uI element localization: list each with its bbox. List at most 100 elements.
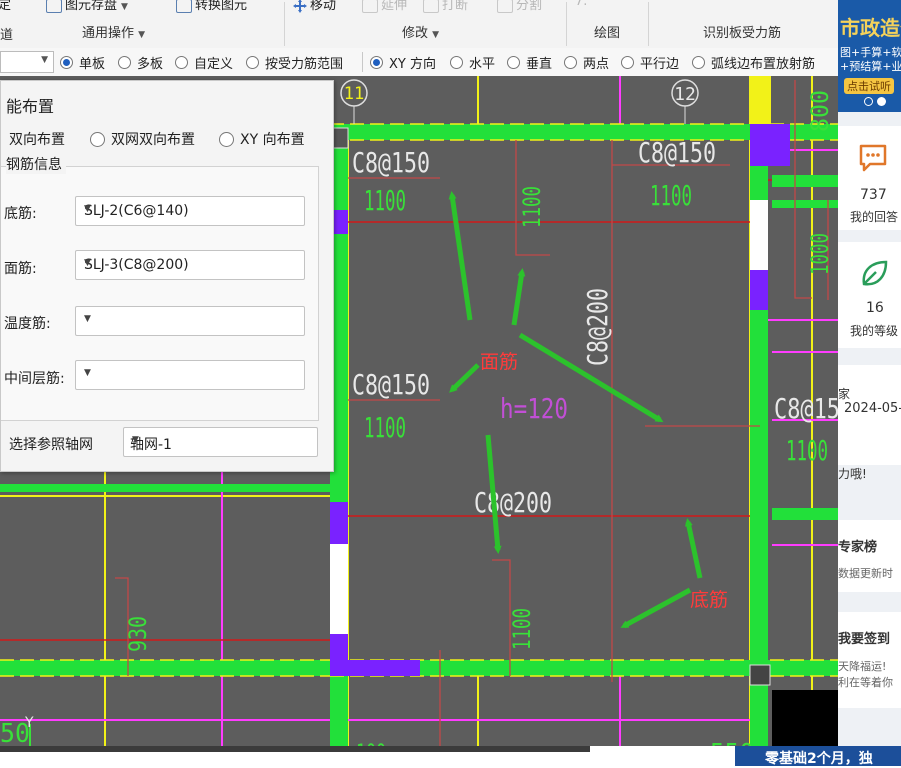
rebar-info-group-label: 钢筋信息 bbox=[6, 154, 66, 174]
layout-option-label: XY 向布置 bbox=[240, 132, 305, 148]
chat-bubble-icon bbox=[859, 144, 887, 172]
option-arc-radial[interactable]: 弧线边布置放射筋 bbox=[692, 53, 816, 72]
option-two-points[interactable]: 两点 bbox=[564, 53, 610, 72]
radio-icon bbox=[219, 131, 234, 147]
layout-bidirectional[interactable]: 双向布置 bbox=[9, 129, 65, 149]
canvas-scroll-edge[interactable] bbox=[0, 746, 590, 752]
option-label: 单板 bbox=[79, 56, 106, 72]
promo-brand: 市政造价 bbox=[840, 16, 901, 40]
label-h120: h=120 bbox=[500, 392, 568, 425]
bottom-promo-bar[interactable]: 零基础2个月，独 bbox=[735, 746, 901, 767]
arrow bbox=[511, 268, 526, 326]
option-label: XY 方向 bbox=[389, 56, 436, 72]
date-text: 2024-05- bbox=[844, 401, 901, 416]
layout-double-net[interactable]: 双网双向布置 bbox=[90, 129, 195, 149]
move-button[interactable]: 移动 bbox=[293, 0, 336, 13]
option-label: 两点 bbox=[583, 56, 610, 72]
expert-rank-title: 专家榜 bbox=[838, 540, 878, 555]
option-single-board[interactable]: 单板 bbox=[60, 53, 106, 72]
zhuanhuan-tuyuan-label: 转换图元 bbox=[195, 0, 248, 13]
answers-card[interactable]: 737 我的回答 bbox=[838, 126, 901, 230]
option-label: 按受力筋范围 bbox=[265, 56, 344, 72]
bottom-strip: 零基础2个月，独 bbox=[0, 746, 901, 767]
radio-icon bbox=[175, 55, 188, 69]
axis-ref-select[interactable]: 轴网-1 ▼ bbox=[123, 427, 318, 457]
label-1100-d: 1100 bbox=[786, 434, 828, 467]
option-label: 自定义 bbox=[194, 56, 234, 72]
extend-button[interactable]: 延伸 bbox=[362, 0, 407, 13]
more-draw-button[interactable]: 7. bbox=[575, 0, 587, 9]
option-multi-board[interactable]: 多板 bbox=[118, 53, 163, 72]
radio-icon bbox=[246, 55, 259, 69]
zhuanhuan-tuyuan-button[interactable]: 转换图元 bbox=[176, 0, 247, 13]
option-custom[interactable]: 自定义 bbox=[175, 53, 234, 72]
green-beam-right-ext bbox=[772, 200, 840, 208]
update-note: 数据更新时 bbox=[838, 567, 893, 580]
group-common-ops-label: 通用操作 bbox=[82, 26, 135, 41]
field-label-bottom-rebar: 底筋: bbox=[4, 206, 37, 222]
option-xy-direction[interactable]: XY 方向 bbox=[370, 53, 436, 72]
expert-prefix: 家 bbox=[838, 387, 851, 401]
column-purple bbox=[768, 124, 790, 166]
radio-icon bbox=[90, 131, 105, 147]
checkin-card[interactable]: 我要签到 天降福运! 利在等着你 bbox=[838, 612, 901, 708]
promo-banner[interactable]: 市政造价 图+手算+软 +预结算+业 点击试听 bbox=[838, 0, 901, 112]
y-axis-label: Y bbox=[24, 715, 34, 731]
label-550: 550 bbox=[710, 739, 754, 746]
option-label: 平行边 bbox=[640, 56, 680, 72]
column-purple bbox=[330, 634, 348, 676]
label-800: 800 bbox=[806, 90, 834, 132]
axis-number-12: 12 bbox=[674, 84, 696, 105]
luck-line-1: 天降福运! bbox=[838, 660, 887, 673]
option-vertical[interactable]: 垂直 bbox=[507, 53, 552, 72]
extend-icon bbox=[362, 0, 378, 13]
ding-dropdown-icon[interactable]: ▼ bbox=[24, 0, 31, 2]
dialog-title: 能布置 bbox=[6, 97, 55, 116]
radio-icon bbox=[692, 55, 705, 69]
carousel-dot[interactable] bbox=[864, 97, 873, 106]
column-purple bbox=[750, 124, 768, 166]
save-element-icon bbox=[46, 0, 62, 13]
group-modify-label: 修改 bbox=[402, 26, 429, 41]
smart-layout-dialog[interactable]: 能布置 双向布置 双网双向布置 XY 向布置 钢筋信息 底筋: SLJ-2(C6… bbox=[0, 80, 334, 472]
ding-button[interactable]: 定 bbox=[0, 0, 11, 13]
radio-icon bbox=[118, 55, 131, 69]
group-modify[interactable]: 修改 ▼ bbox=[402, 22, 439, 41]
break-button[interactable]: 打断 bbox=[423, 0, 468, 13]
bottom-rebar-select[interactable]: SLJ-2(C6@140) ▼ bbox=[75, 196, 305, 226]
label-1000: 1000 bbox=[806, 233, 834, 275]
mode-dropdown[interactable]: ▼ bbox=[0, 51, 54, 73]
chevron-down-icon: ▼ bbox=[84, 258, 91, 268]
column-purple bbox=[348, 660, 420, 676]
layout-xy-direction[interactable]: XY 向布置 bbox=[219, 129, 305, 149]
top-rebar-select[interactable]: SLJ-3(C8@200) ▼ bbox=[75, 250, 305, 280]
middle-rebar-select[interactable]: ▼ bbox=[75, 360, 305, 390]
option-by-rebar-range[interactable]: 按受力筋范围 bbox=[246, 53, 344, 72]
level-value: 16 bbox=[866, 300, 884, 316]
leaf-icon bbox=[862, 260, 888, 286]
green-beam-mid-left bbox=[0, 484, 330, 492]
group-common-ops[interactable]: 通用操作 ▼ bbox=[82, 22, 145, 41]
label-930: 930 bbox=[124, 616, 152, 652]
expert-rank-card[interactable]: 专家榜 数据更新时 bbox=[838, 520, 901, 592]
chevron-down-icon: ▼ bbox=[432, 30, 440, 40]
chevron-down-icon: ▼ bbox=[132, 435, 139, 445]
carousel-dot-active[interactable] bbox=[877, 97, 886, 106]
field-label-top-rebar: 面筋: bbox=[4, 261, 37, 277]
chevron-down-icon: ▼ bbox=[84, 314, 91, 324]
option-parallel-edge[interactable]: 平行边 bbox=[621, 53, 680, 72]
level-card[interactable]: 16 我的等级 bbox=[838, 242, 901, 348]
radio-icon bbox=[564, 55, 577, 69]
group-left-cut: 道 bbox=[0, 28, 14, 43]
option-label: 水平 bbox=[469, 56, 496, 72]
option-label: 弧线边布置放射筋 bbox=[711, 56, 816, 72]
split-button[interactable]: 分割 bbox=[497, 0, 542, 13]
tuyuan-cunpan-button[interactable]: 图元存盘 ▼ bbox=[46, 0, 128, 13]
temperature-rebar-select[interactable]: ▼ bbox=[75, 306, 305, 336]
group-recognize: 识别板受力筋 bbox=[703, 26, 782, 41]
arrow bbox=[449, 363, 480, 393]
option-horizontal[interactable]: 水平 bbox=[450, 53, 496, 72]
trial-button[interactable]: 点击试听 bbox=[844, 78, 894, 94]
ribbon-separator bbox=[284, 2, 285, 46]
checkin-title: 我要签到 bbox=[838, 632, 891, 647]
